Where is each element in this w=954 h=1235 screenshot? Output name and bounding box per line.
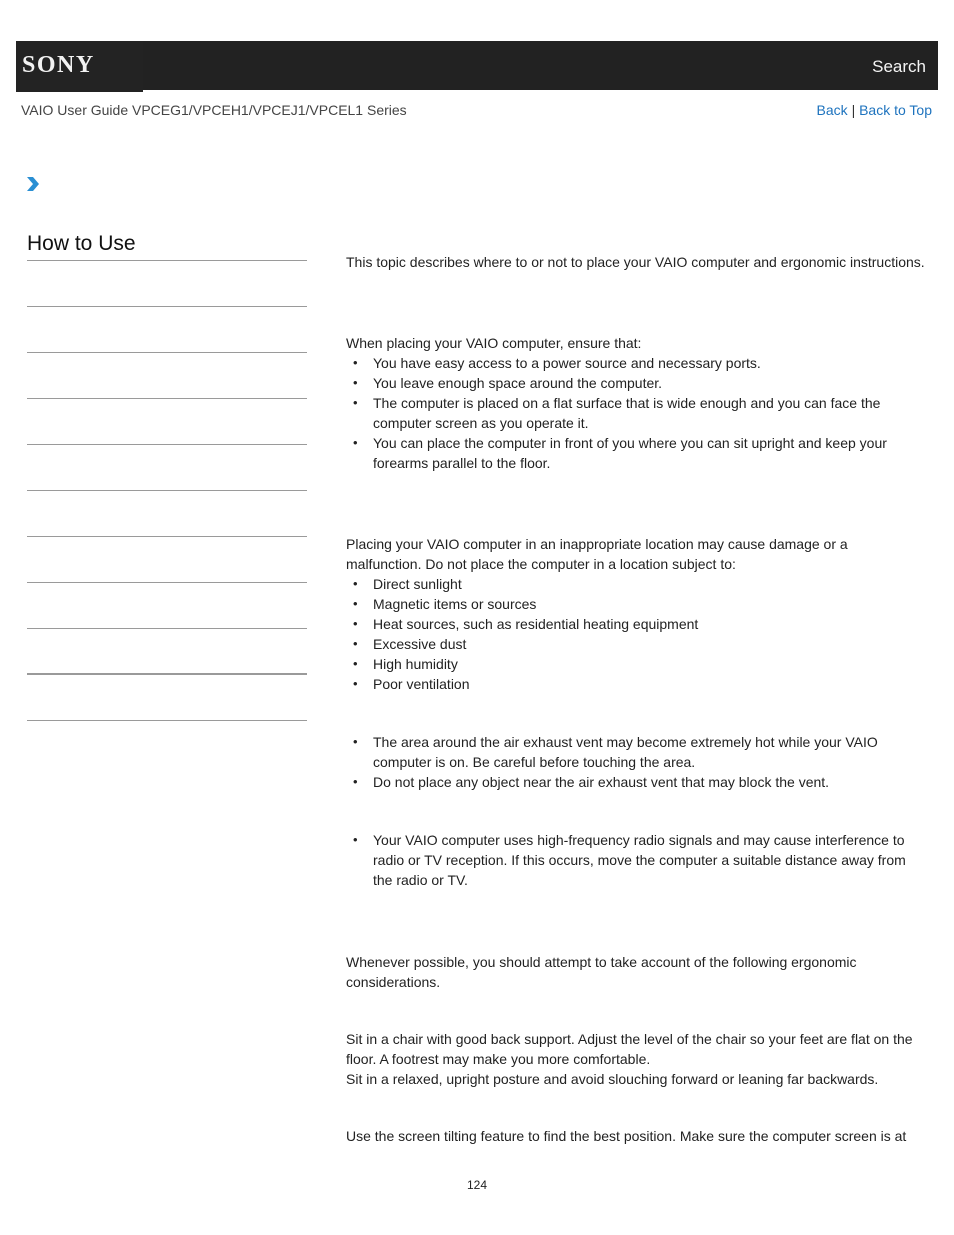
list-item: The area around the air exhaust vent may… bbox=[353, 732, 926, 772]
nav-links: Back | Back to Top bbox=[817, 102, 932, 118]
back-link[interactable]: Back bbox=[817, 102, 848, 118]
chair-paragraph: Sit in a chair with good back support. A… bbox=[346, 1031, 913, 1067]
list-item: Poor ventilation bbox=[353, 674, 926, 694]
radio-list: Your VAIO computer uses high-frequency r… bbox=[346, 830, 926, 890]
sidebar: How to Use bbox=[27, 232, 307, 721]
sidebar-title: How to Use bbox=[27, 232, 136, 255]
sidebar-item[interactable] bbox=[27, 445, 307, 491]
page-number: 124 bbox=[467, 1178, 488, 1192]
list-item: You leave enough space around the comput… bbox=[353, 373, 926, 393]
chevron-right-icon[interactable] bbox=[26, 176, 40, 192]
avoid-list: Direct sunlight Magnetic items or source… bbox=[346, 574, 926, 694]
list-item: High humidity bbox=[353, 654, 926, 674]
list-item: Do not place any object near the air exh… bbox=[353, 772, 926, 792]
list-item: Magnetic items or sources bbox=[353, 594, 926, 614]
list-item: Your VAIO computer uses high-frequency r… bbox=[353, 830, 926, 890]
search-link[interactable]: Search bbox=[872, 57, 926, 77]
avoid-intro: Placing your VAIO computer in an inappro… bbox=[346, 536, 848, 572]
sidebar-item[interactable] bbox=[27, 629, 307, 675]
list-item: Direct sunlight bbox=[353, 574, 926, 594]
sony-logo[interactable]: SONY bbox=[22, 52, 95, 79]
sidebar-item[interactable] bbox=[27, 353, 307, 399]
list-item: Excessive dust bbox=[353, 634, 926, 654]
posture-paragraph: Sit in a relaxed, upright posture and av… bbox=[346, 1071, 879, 1087]
main-content: This topic describes where to or not to … bbox=[346, 252, 926, 1146]
guide-title: VAIO User Guide VPCEG1/VPCEH1/VPCEJ1/VPC… bbox=[21, 102, 407, 118]
sidebar-item[interactable] bbox=[27, 583, 307, 629]
placing-intro: When placing your VAIO computer, ensure … bbox=[346, 335, 642, 351]
intro-paragraph: This topic describes where to or not to … bbox=[346, 254, 925, 270]
list-item: Heat sources, such as residential heatin… bbox=[353, 614, 926, 634]
screen-paragraph: Use the screen tilting feature to find t… bbox=[346, 1128, 907, 1144]
sidebar-item[interactable] bbox=[27, 491, 307, 537]
sidebar-item[interactable] bbox=[27, 399, 307, 445]
list-item: You can place the computer in front of y… bbox=[353, 433, 926, 473]
sidebar-item[interactable] bbox=[27, 675, 307, 721]
nav-separator: | bbox=[851, 102, 856, 118]
placing-list: You have easy access to a power source a… bbox=[346, 353, 926, 473]
ergonomic-intro: Whenever possible, you should attempt to… bbox=[346, 954, 857, 990]
header-bar bbox=[16, 41, 938, 90]
vent-list: The area around the air exhaust vent may… bbox=[346, 732, 926, 792]
sidebar-item[interactable] bbox=[27, 537, 307, 583]
list-item: The computer is placed on a flat surface… bbox=[353, 393, 926, 433]
sidebar-item[interactable] bbox=[27, 261, 307, 307]
list-item: You have easy access to a power source a… bbox=[353, 353, 926, 373]
sidebar-item[interactable] bbox=[27, 307, 307, 353]
back-to-top-link[interactable]: Back to Top bbox=[859, 102, 932, 118]
